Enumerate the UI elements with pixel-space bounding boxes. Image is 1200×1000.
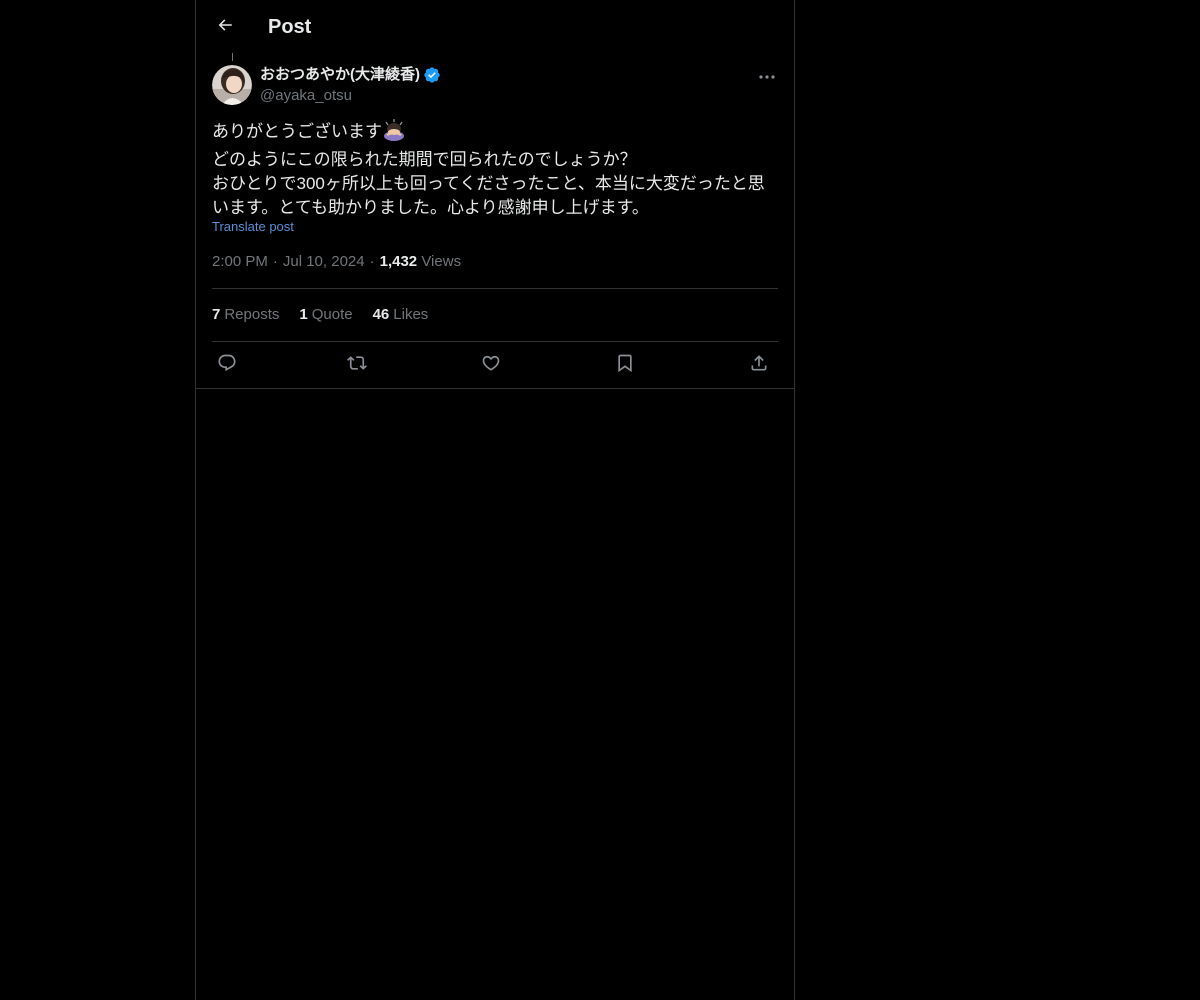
bookmark-icon bbox=[615, 353, 635, 378]
post-text-line-2: どのようにこの限られた期間で回られたのでしょうか？ bbox=[212, 150, 637, 169]
share-button[interactable] bbox=[746, 352, 772, 378]
post-text-line-1: ありがとうございます bbox=[212, 119, 772, 148]
views-count: 1,432 bbox=[379, 253, 418, 270]
translate-post-link[interactable]: Translate post bbox=[212, 218, 294, 236]
bookmark-button[interactable] bbox=[612, 352, 638, 378]
reposts-count: 7 bbox=[212, 306, 221, 323]
bowing-person-emoji-icon bbox=[382, 119, 406, 148]
quotes-stat[interactable]: 1 Quote bbox=[299, 305, 352, 325]
quotes-count: 1 bbox=[299, 306, 308, 323]
heart-icon bbox=[481, 353, 501, 378]
post-text: ありがとうございます どのようにこの限られた期間で回られたのでしょうか？ おひと… bbox=[212, 119, 772, 220]
share-icon bbox=[749, 353, 769, 378]
divider bbox=[212, 288, 778, 289]
likes-count: 46 bbox=[372, 306, 390, 323]
verified-badge-icon[interactable] bbox=[423, 66, 441, 84]
meta-separator: · bbox=[272, 253, 278, 270]
post-meta: 2:00 PM · Jul 10, 2024 · 1,432 Views bbox=[212, 252, 461, 272]
post-bottom-divider bbox=[196, 388, 794, 389]
more-horizontal-icon bbox=[759, 66, 775, 84]
repost-button[interactable] bbox=[344, 352, 370, 378]
post-header: Post bbox=[196, 0, 794, 53]
reposts-label: Reposts bbox=[224, 306, 280, 323]
post-date[interactable]: Jul 10, 2024 bbox=[283, 253, 365, 270]
views-label: Views bbox=[421, 253, 462, 270]
page-title: Post bbox=[268, 16, 312, 38]
quotes-label: Quote bbox=[311, 306, 353, 323]
like-button[interactable] bbox=[478, 352, 504, 378]
divider bbox=[212, 341, 778, 342]
thread-connector-line bbox=[232, 53, 233, 61]
post-text-line-3: おひとりで300ヶ所以上も回ってくださったこと、本当に大変だったと思 bbox=[212, 174, 765, 193]
meta-separator: · bbox=[369, 253, 375, 270]
reposts-stat[interactable]: 7 Reposts bbox=[212, 305, 279, 325]
post-stats: 7 Reposts 1 Quote 46 Likes bbox=[212, 305, 448, 325]
author-display-name[interactable]: おおつあやか(大津綾香) bbox=[260, 65, 441, 85]
likes-stat[interactable]: 46 Likes bbox=[373, 305, 429, 325]
avatar[interactable] bbox=[212, 65, 252, 105]
post-detail-column: Post おおつあやか(大津綾香) @ayaka_otsu ありがとうございます… bbox=[195, 0, 795, 1000]
back-button[interactable] bbox=[208, 10, 242, 44]
arrow-left-icon bbox=[216, 16, 234, 39]
reply-icon bbox=[217, 353, 237, 378]
repost-icon bbox=[346, 353, 368, 378]
more-options-button[interactable] bbox=[754, 64, 780, 86]
post-actions bbox=[212, 350, 780, 380]
reply-button[interactable] bbox=[214, 352, 240, 378]
likes-label: Likes bbox=[393, 306, 429, 323]
author-name-text: おおつあやか(大津綾香) bbox=[260, 66, 420, 83]
author-handle[interactable]: @ayaka_otsu bbox=[260, 86, 352, 106]
post-time[interactable]: 2:00 PM bbox=[212, 253, 268, 270]
post-text-line-4: います。とても助かりました。心より感謝申し上げます。 bbox=[212, 198, 649, 217]
